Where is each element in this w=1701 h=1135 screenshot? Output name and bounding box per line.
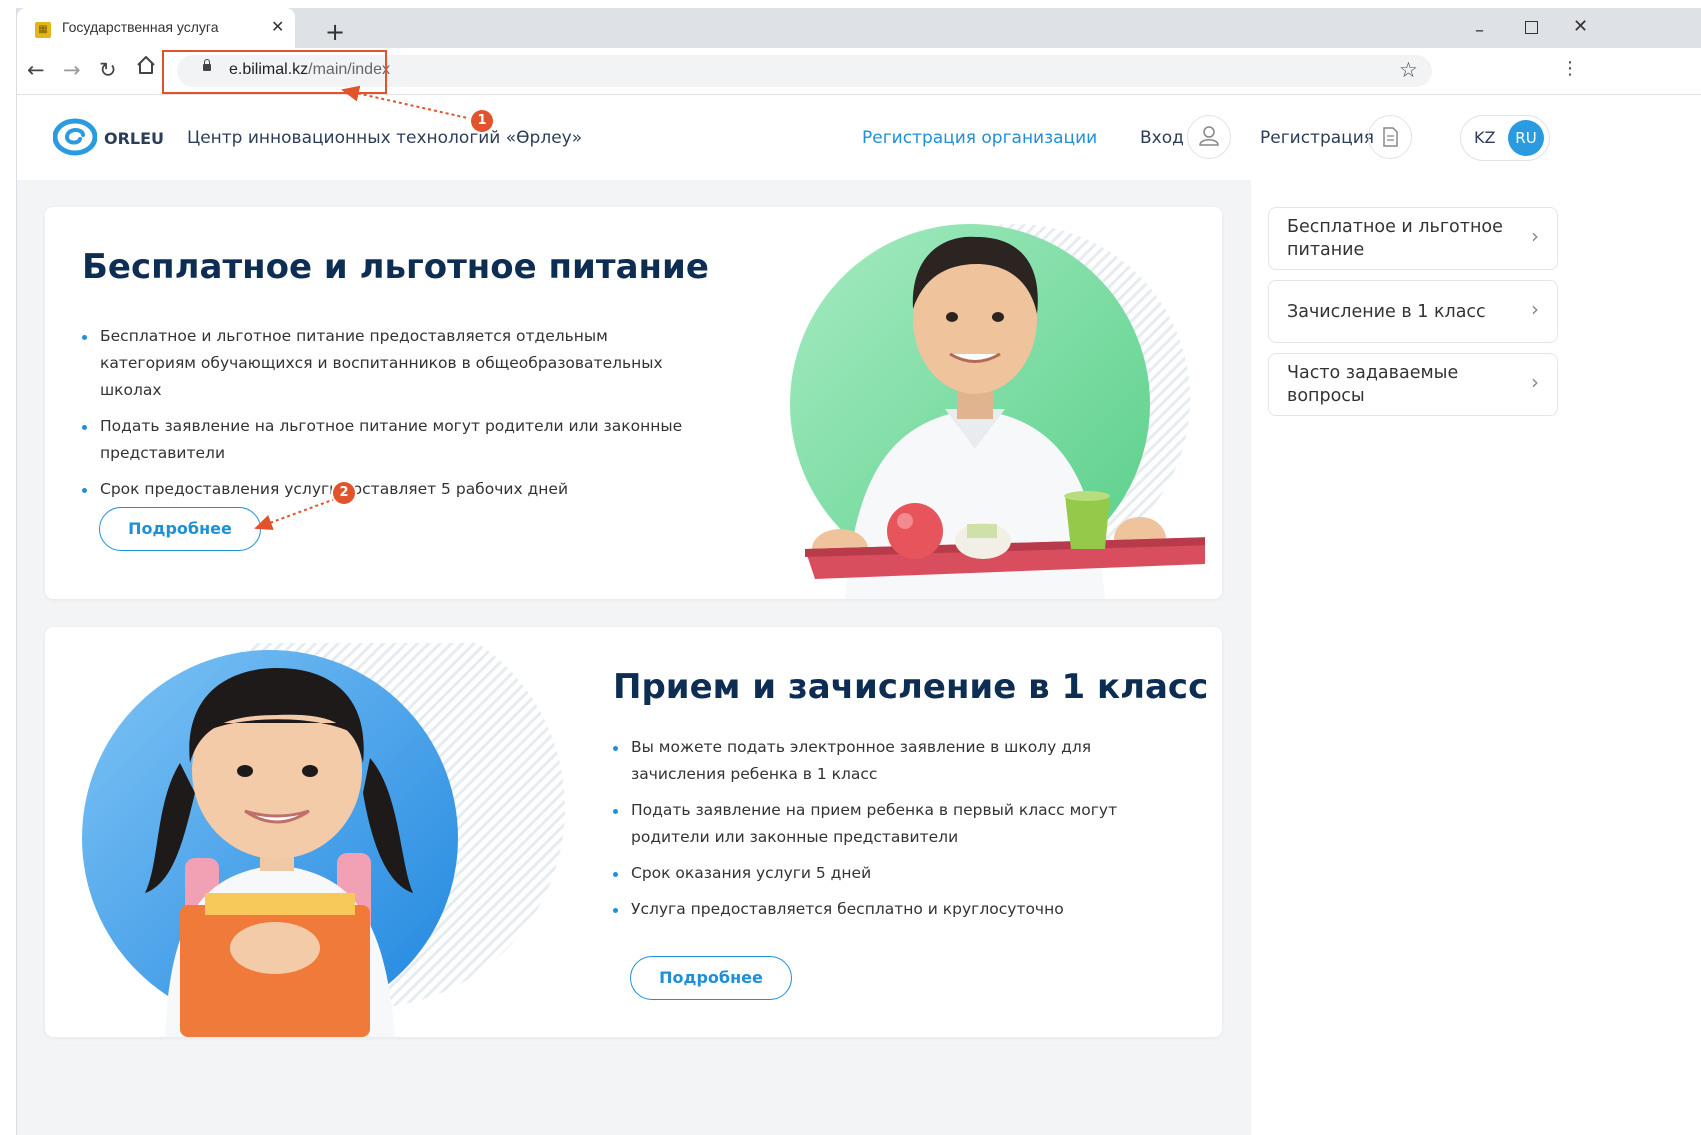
home-icon[interactable] [135,54,157,83]
window-close-icon[interactable]: ✕ [1573,16,1588,37]
bullet-item: Подать заявление на льготное питание мог… [80,413,685,467]
register-button[interactable] [1368,115,1412,159]
back-icon[interactable]: ← [27,56,45,84]
browser-menu-icon[interactable]: ⋮ [1561,58,1579,79]
orleu-logo-icon[interactable] [52,118,98,156]
forward-icon[interactable]: → [63,56,81,84]
logo-text[interactable]: ORLEU [104,129,164,148]
bullet-item: Срок предоставления услуги составляет 5 … [80,476,685,503]
annotation-marker-2: 2 [333,482,355,504]
register-organization-link[interactable]: Регистрация организации [862,128,1097,148]
boy-with-tray-image [745,219,1215,599]
maximize-icon[interactable] [1525,21,1538,34]
bullet-item: Услуга предоставляется бесплатно и кругл… [611,896,1131,923]
user-icon [1199,126,1219,146]
sidebar-item-label: Часто задаваемые вопросы [1287,363,1459,406]
sidebar-item-faq[interactable]: Часто задаваемые вопросы › [1268,353,1558,416]
service-card-meals: Бесплатное и льготное питание Бесплатное… [45,207,1222,599]
login-link[interactable]: Вход [1140,128,1184,148]
language-switcher: KZ RU [1460,115,1550,161]
org-name: Центр инновационных технологий «Өрлеу» [187,128,583,148]
favicon-icon: ▦ [35,22,51,38]
sidebar-item-label: Бесплатное и льготное питание [1287,217,1503,260]
bullet-item: Срок оказания услуги 5 дней [611,860,1131,887]
card-title: Бесплатное и льготное питание [82,247,709,287]
lang-kz-option[interactable]: KZ [1474,128,1495,147]
card-bullets: Вы можете подать электронное заявление в… [611,734,1131,932]
document-icon [1383,127,1398,147]
chevron-right-icon: › [1531,370,1539,394]
bullet-item: Вы можете подать электронное заявление в… [611,734,1131,788]
site-header: ORLEU Центр инновационных технологий «Өр… [17,95,1701,179]
login-button[interactable] [1187,115,1231,159]
bookmark-star-icon[interactable]: ☆ [1399,58,1418,82]
register-link[interactable]: Регистрация [1260,128,1374,148]
bullet-item: Бесплатное и льготное питание предоставл… [80,323,685,404]
details-button[interactable]: Подробнее [99,507,261,551]
reload-icon[interactable]: ↻ [99,56,117,84]
card-bullets: Бесплатное и льготное питание предоставл… [80,323,685,512]
close-tab-icon[interactable]: ✕ [271,17,284,36]
lang-ru-option[interactable]: RU [1508,120,1544,156]
tab-title: Государственная услуга [62,19,219,35]
annotation-marker-1: 1 [471,110,493,132]
url-highlight-box [162,50,387,94]
minimize-icon[interactable]: – [1475,20,1484,41]
sidebar-item-label: Зачисление в 1 класс [1287,302,1486,322]
chevron-right-icon: › [1531,297,1539,321]
details-button[interactable]: Подробнее [630,956,792,1000]
service-card-enrollment: Прием и зачисление в 1 класс Вы можете п… [45,627,1222,1037]
sidebar-item-meals[interactable]: Бесплатное и льготное питание › [1268,207,1558,270]
girl-with-books-image [65,627,585,1037]
sidebar-item-enrollment[interactable]: Зачисление в 1 класс › [1268,280,1558,343]
chevron-right-icon: › [1531,224,1539,248]
card-title: Прием и зачисление в 1 класс [613,667,1209,707]
new-tab-button[interactable]: + [325,20,345,44]
browser-tab[interactable]: ▦ Государственная услуга ✕ [17,8,295,48]
bullet-item: Подать заявление на прием ребенка в перв… [611,797,1131,851]
